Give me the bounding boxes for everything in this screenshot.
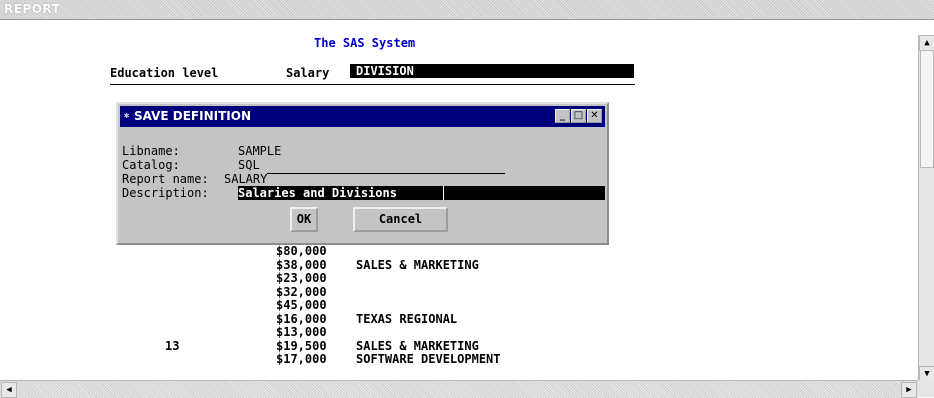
- sas-app-icon: ✱: [124, 111, 130, 121]
- scroll-up-arrow-icon[interactable]: ▲: [919, 35, 934, 51]
- maximize-icon[interactable]: □: [571, 109, 586, 123]
- table-row: $13,000: [0, 325, 918, 339]
- window-title: REPORT: [4, 2, 61, 16]
- cancel-button[interactable]: Cancel: [353, 207, 448, 232]
- report-window: REPORT The SAS System Education level Sa…: [0, 0, 934, 398]
- text-caret: [443, 186, 444, 200]
- window-titlebar[interactable]: REPORT: [0, 0, 934, 20]
- division-cell: TEXAS REGIONAL: [356, 312, 458, 326]
- libname-label: Libname:: [122, 144, 180, 158]
- table-row: $80,000: [0, 244, 918, 258]
- dialog-titlebar[interactable]: ✱ SAVE DEFINITION _ □ ✕: [120, 106, 605, 127]
- description-value: Salaries and Divisions: [238, 186, 397, 200]
- education-cell: 13: [165, 339, 180, 353]
- table-row: 13 $19,500 SALES & MARKETING: [0, 339, 918, 353]
- catalog-label: Catalog:: [122, 158, 180, 172]
- table-row: $38,000 SALES & MARKETING: [0, 258, 918, 272]
- catalog-field-underline: [267, 173, 505, 174]
- table-row: $23,000: [0, 271, 918, 285]
- salary-cell: $45,000: [276, 298, 327, 312]
- table-row: $17,000 SOFTWARE DEVELOPMENT: [0, 352, 918, 366]
- division-cell: SALES & MARKETING: [356, 258, 479, 272]
- save-definition-dialog: ✱ SAVE DEFINITION _ □ ✕ Libname: SAMPLE Ca…: [116, 102, 609, 245]
- table-row: $16,000 TEXAS REGIONAL: [0, 312, 918, 326]
- salary-cell: $16,000: [276, 312, 327, 326]
- report-title: The SAS System: [314, 36, 416, 50]
- column-header-salary: Salary: [286, 66, 330, 80]
- salary-cell: $32,000: [276, 285, 327, 299]
- table-row: $45,000: [0, 298, 918, 312]
- catalog-field[interactable]: SQL: [238, 158, 260, 172]
- vertical-scroll-thumb[interactable]: [920, 50, 934, 168]
- column-header-division-label: DIVISION: [356, 64, 414, 78]
- column-header-division[interactable]: DIVISION: [350, 64, 634, 78]
- dialog-title: SAVE DEFINITION: [134, 109, 251, 123]
- scroll-right-arrow-icon[interactable]: ▶: [901, 382, 917, 398]
- division-cell: SALES & MARKETING: [356, 339, 479, 353]
- division-cell: SOFTWARE DEVELOPMENT: [356, 352, 501, 366]
- horizontal-scrollbar[interactable]: ◀ ▶: [0, 380, 918, 398]
- report-name-label: Report name:: [122, 172, 209, 186]
- salary-cell: $17,000: [276, 352, 327, 366]
- description-field[interactable]: Salaries and Divisions: [238, 186, 605, 200]
- header-rule: [110, 84, 635, 85]
- libname-value: SAMPLE: [238, 144, 282, 158]
- close-icon[interactable]: ✕: [587, 109, 602, 123]
- salary-cell: $80,000: [276, 244, 327, 258]
- salary-cell: $19,500: [276, 339, 327, 353]
- scroll-left-arrow-icon[interactable]: ◀: [1, 382, 17, 398]
- salary-cell: $38,000: [276, 258, 327, 272]
- salary-cell: $23,000: [276, 271, 327, 285]
- minimize-icon[interactable]: _: [555, 109, 570, 123]
- scrollbar-corner: [918, 380, 934, 397]
- ok-button[interactable]: OK: [290, 207, 318, 232]
- table-row: $32,000: [0, 285, 918, 299]
- salary-cell: $13,000: [276, 325, 327, 339]
- vertical-scrollbar[interactable]: ▲ ▼: [918, 35, 934, 382]
- description-label: Description:: [122, 186, 209, 200]
- report-name-value: SALARY: [224, 172, 268, 186]
- column-header-education: Education level: [110, 66, 219, 80]
